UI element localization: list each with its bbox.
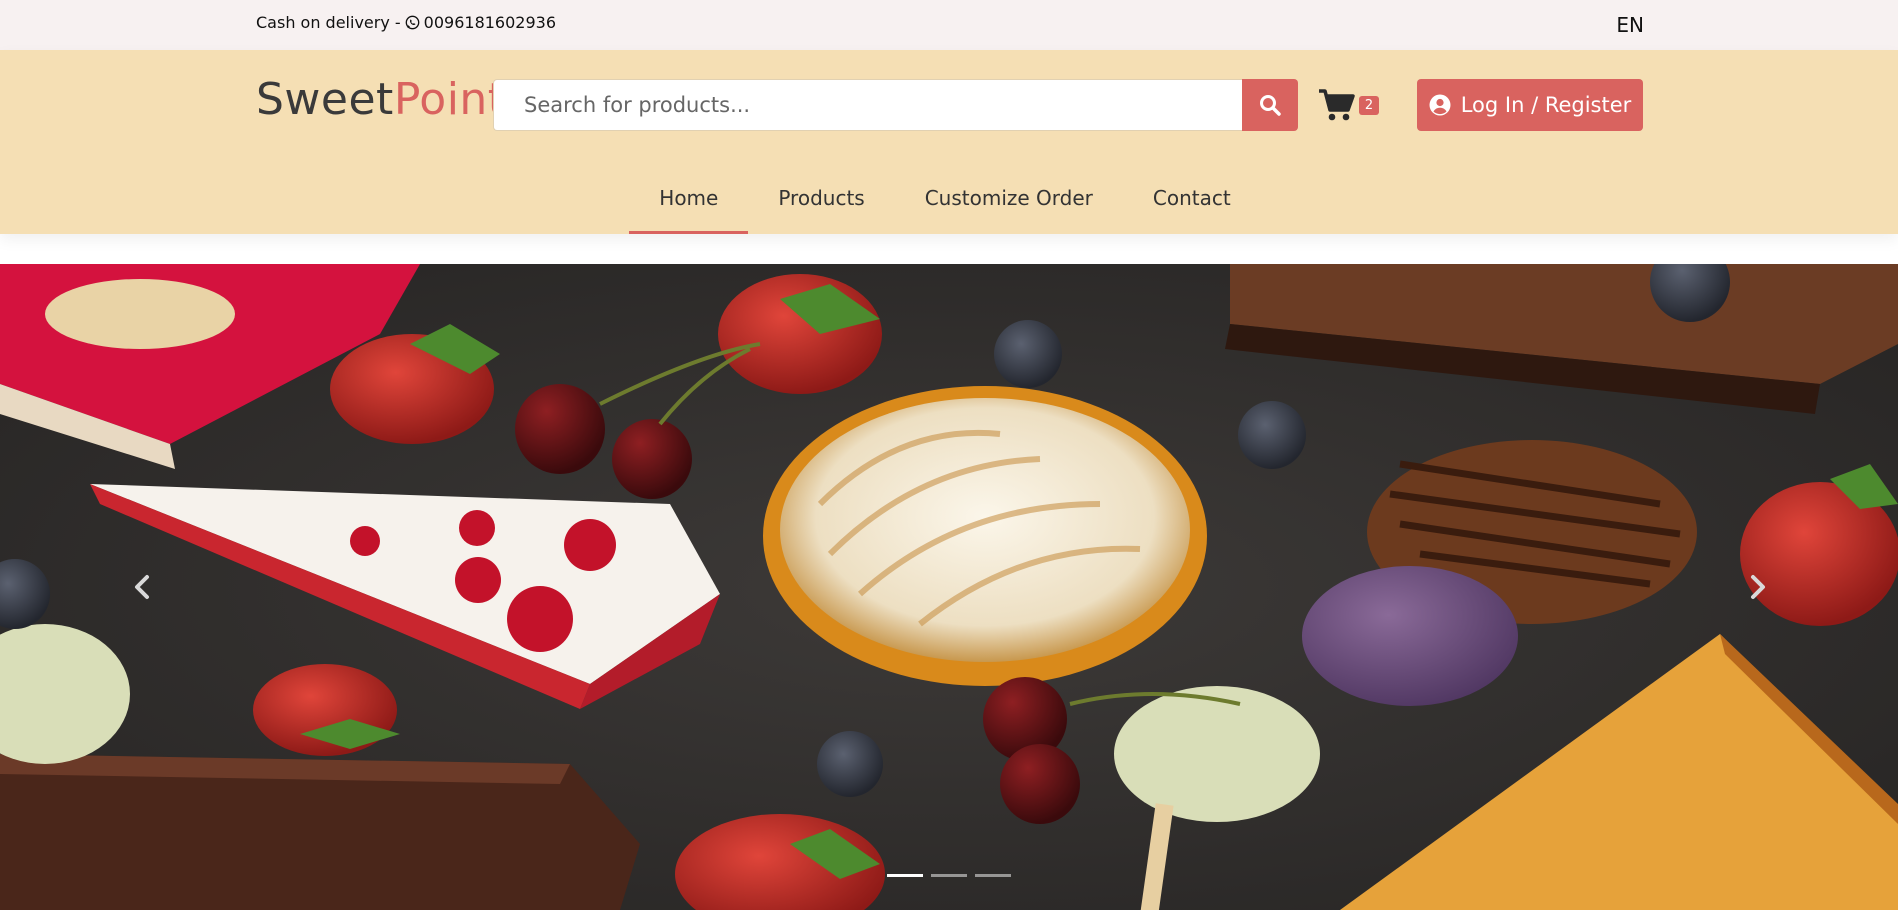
login-register-label: Log In / Register	[1460, 93, 1632, 117]
logo-text-point: Point	[393, 74, 506, 125]
carousel-indicator-3[interactable]	[975, 874, 1011, 877]
site-header: SweetPoint 2 Log In / Register Home	[0, 50, 1898, 234]
search-input[interactable]	[493, 79, 1242, 131]
nav-home[interactable]: Home	[629, 166, 749, 234]
hero-carousel	[0, 264, 1898, 910]
login-register-button[interactable]: Log In / Register	[1417, 79, 1643, 131]
carousel-next-arrow[interactable]	[1742, 572, 1772, 602]
cart-count-badge: 2	[1359, 96, 1379, 115]
whatsapp-icon	[405, 15, 420, 30]
desserts-hero-image	[0, 264, 1898, 910]
search-icon	[1260, 95, 1281, 116]
carousel-indicator-1[interactable]	[887, 874, 923, 877]
main-nav: Home Products Customize Order Contact	[0, 166, 1898, 234]
nav-products[interactable]: Products	[748, 166, 894, 234]
carousel-prev-arrow[interactable]	[128, 572, 158, 602]
phone-number[interactable]: 0096181602936	[424, 13, 556, 32]
logo[interactable]: SweetPoint	[256, 74, 506, 125]
carousel-indicators	[887, 874, 1011, 877]
logo-text-sweet: Sweet	[256, 74, 394, 125]
nav-customize-order[interactable]: Customize Order	[895, 166, 1123, 234]
language-selector[interactable]: EN	[1616, 13, 1644, 37]
carousel-indicator-2[interactable]	[931, 874, 967, 877]
user-circle-icon	[1429, 94, 1451, 116]
search-button[interactable]	[1242, 79, 1298, 131]
nav-contact[interactable]: Contact	[1123, 166, 1261, 234]
search-bar	[493, 79, 1298, 131]
cash-on-delivery-text: Cash on delivery -	[256, 13, 401, 32]
cart-button[interactable]: 2	[1318, 88, 1382, 124]
shopping-cart-icon	[1319, 89, 1355, 121]
top-bar: Cash on delivery - 0096181602936 EN	[0, 0, 1898, 50]
contact-info: Cash on delivery - 0096181602936	[256, 13, 556, 32]
